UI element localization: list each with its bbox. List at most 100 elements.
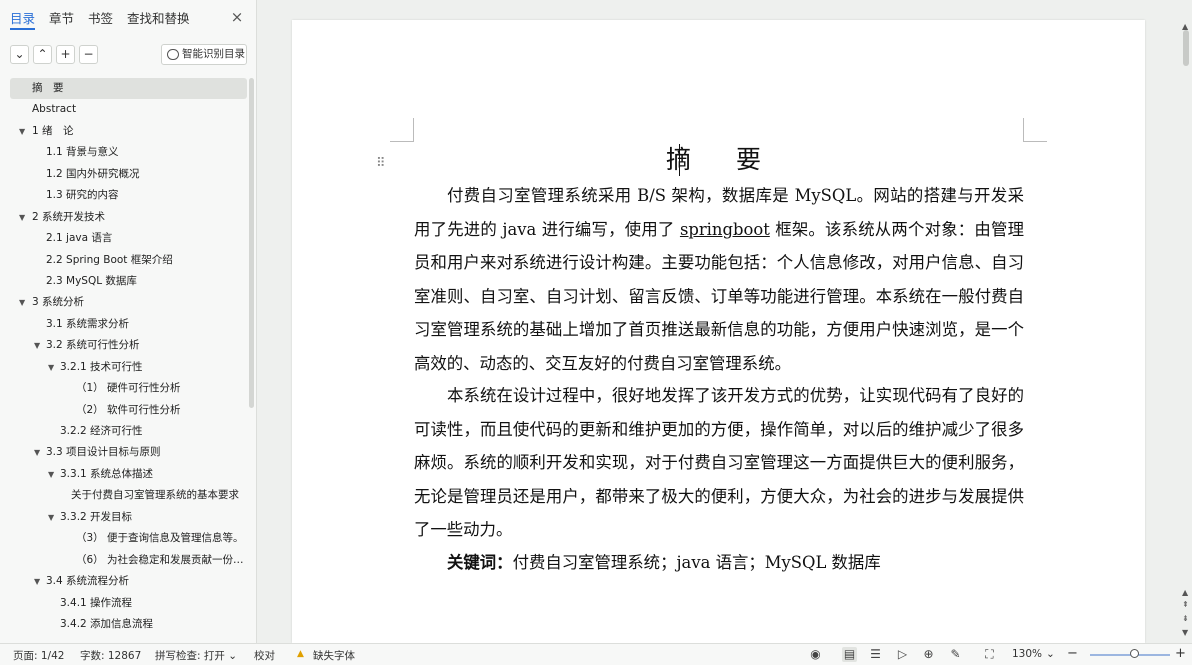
keywords-line: 关键词：付费自习室管理系统；java 语言；MySQL 数据库 [414, 546, 1024, 580]
toc-item-label: （6） 为社会稳定和发展贡献一份力… [76, 553, 247, 566]
toc-item[interactable]: 2.3 MySQL 数据库 [10, 271, 247, 292]
keywords-label: 关键词： [447, 553, 513, 572]
page-margin-corner [1023, 118, 1047, 142]
robot-icon [167, 49, 179, 60]
scroll-up-icon[interactable]: ▲ [1182, 588, 1188, 597]
caret-down-icon[interactable]: ▼ [19, 292, 25, 313]
zoom-level[interactable]: 130% [1012, 648, 1042, 660]
caret-down-icon[interactable]: ▼ [48, 464, 54, 485]
tab-find-replace[interactable]: 查找和替换 [127, 8, 190, 30]
zoom-slider-handle[interactable] [1130, 649, 1139, 658]
toc-item[interactable]: ▼ 3.2.1 技术可行性 [10, 357, 247, 378]
toc-item-label: 2.3 MySQL 数据库 [46, 274, 137, 287]
toc-item-label: 2.2 Spring Boot 框架介绍 [46, 253, 173, 266]
remove-heading-button[interactable]: − [79, 45, 98, 64]
toc-item[interactable]: 3.4.2 添加信息流程 [10, 614, 247, 635]
toc-item[interactable]: 1.2 国内外研究概况 [10, 164, 247, 185]
toc-item[interactable]: （1） 硬件可行性分析 [10, 378, 247, 399]
toc-item[interactable]: ▼ 2 系统开发技术 [10, 207, 247, 228]
toc-item[interactable]: （2） 软件可行性分析 [10, 400, 247, 421]
toc-item-label: 3.4.2 添加信息流程 [60, 617, 154, 630]
text-cursor [679, 144, 680, 176]
toc-item[interactable]: 3.2.2 经济可行性 [10, 421, 247, 442]
toc-item-label: 2.1 java 语言 [46, 232, 113, 245]
caret-down-icon[interactable]: ▼ [19, 121, 25, 142]
toc-item[interactable]: 2.1 java 语言 [10, 228, 247, 249]
toc-item-label: 3.3 项目设计目标与原则 [46, 446, 161, 459]
scroll-down-icon[interactable]: ▼ [1182, 628, 1188, 637]
smart-toc-button[interactable]: 智能识别目录 [161, 44, 247, 65]
smart-toc-label: 智能识别目录 [182, 48, 245, 60]
page-indicator[interactable]: 页面: 1/42 [13, 648, 64, 663]
document-area: ⠿ 摘 要 付费自习室管理系统采用 B/S 架构，数据库是 MySQL。网站的搭… [258, 0, 1179, 643]
zoom-in-button[interactable]: + [1175, 646, 1186, 661]
caret-down-icon[interactable]: ▼ [34, 571, 40, 592]
page-margin-corner [390, 118, 414, 142]
toc-item-label: Abstract [32, 103, 77, 116]
missing-font-button[interactable]: 缺失字体 [313, 648, 355, 663]
pen-icon[interactable]: ✎ [948, 647, 963, 662]
eye-icon[interactable]: ◉ [808, 647, 823, 662]
outline-view-icon[interactable]: ☰ [868, 647, 883, 662]
scroll-thumb[interactable] [1183, 30, 1189, 66]
warning-icon: ▲ [297, 649, 304, 659]
chevron-down-icon[interactable]: ⌄ [1046, 648, 1055, 660]
add-heading-button[interactable]: + [56, 45, 75, 64]
play-icon[interactable]: ▷ [895, 647, 910, 662]
toc-item-label: 3.3.2 开发目标 [60, 510, 133, 523]
toc-item-label: 3.3.1 系统总体描述 [60, 467, 154, 480]
drag-handle-icon[interactable]: ⠿ [376, 156, 386, 171]
toc-item[interactable]: 摘 要 [10, 78, 247, 100]
document-scrollbar[interactable]: ▲ ▲ ⇞ ⇟ ▼ [1180, 0, 1192, 643]
toc-item-label: 3.4 系统流程分析 [46, 575, 130, 588]
tab-contents[interactable]: 目录 [10, 8, 36, 30]
toc-item-label: 3.2.1 技术可行性 [60, 360, 143, 373]
toc-sidebar: 目录 章节 书签 查找和替换 × ⌄ ⌃ + − 智能识别目录 摘 要 Abstr… [0, 0, 257, 643]
paragraph-1-text-b: 框架。该系统从两个对象：由管理员和用户来对系统进行设计构建。主要功能包括：个人信… [414, 219, 1024, 373]
toc-item[interactable]: ▼ 3.4 系统流程分析 [10, 571, 247, 592]
toc-item[interactable]: ▼ 3.2 系统可行性分析 [10, 335, 247, 356]
toc-item[interactable]: ▼ 3.3.2 开发目标 [10, 507, 247, 528]
toc-item-label: 1.2 国内外研究概况 [46, 167, 140, 180]
prev-page-icon[interactable]: ⇞ [1182, 600, 1189, 609]
word-count[interactable]: 字数: 12867 [80, 648, 141, 663]
document-page[interactable]: ⠿ 摘 要 付费自习室管理系统采用 B/S 架构，数据库是 MySQL。网站的搭… [292, 20, 1145, 643]
toc-item-label: （2） 软件可行性分析 [76, 403, 181, 416]
caret-down-icon[interactable]: ▼ [34, 335, 40, 356]
toc-item[interactable]: 1.1 背景与意义 [10, 142, 247, 163]
toc-item[interactable]: 关于付费自习室管理系统的基本要求 [10, 485, 247, 506]
web-view-icon[interactable]: ⊕ [921, 647, 936, 662]
caret-down-icon[interactable]: ▼ [34, 442, 40, 463]
toc-item[interactable]: ▼ 3 系统分析 [10, 292, 247, 313]
toc-item-label: 3 系统分析 [32, 296, 85, 309]
caret-down-icon[interactable]: ▼ [48, 507, 54, 528]
toc-item[interactable]: 3.1 系统需求分析 [10, 314, 247, 335]
proofread-button[interactable]: 校对 [254, 648, 275, 663]
tab-chapters[interactable]: 章节 [49, 8, 74, 30]
toc-item[interactable]: ▼ 1 绪 论 [10, 121, 247, 142]
collapse-all-button[interactable]: ⌄ [10, 45, 29, 64]
zoom-out-button[interactable]: − [1067, 646, 1078, 661]
toc-item[interactable]: 1.3 研究的内容 [10, 185, 247, 206]
toc-item[interactable]: （6） 为社会稳定和发展贡献一份力… [10, 550, 247, 571]
tab-bookmarks[interactable]: 书签 [88, 8, 113, 30]
toc-item[interactable]: ▼ 3.3.1 系统总体描述 [10, 464, 247, 485]
toc-item[interactable]: ▼ 3.3 项目设计目标与原则 [10, 442, 247, 463]
status-bar: 页面: 1/42 字数: 12867 拼写检查: 打开 ⌄ 校对 ▲ 缺失字体 … [0, 643, 1192, 665]
page-view-icon[interactable]: ▤ [842, 647, 857, 662]
caret-down-icon[interactable]: ▼ [19, 207, 25, 228]
document-title: 摘 要 [665, 145, 771, 174]
spell-check-toggle[interactable]: 拼写检查: 打开 ⌄ [155, 648, 237, 663]
caret-down-icon[interactable]: ▼ [48, 357, 54, 378]
toc-item[interactable]: 3.4.1 操作流程 [10, 593, 247, 614]
next-page-icon[interactable]: ⇟ [1182, 614, 1189, 623]
toc-item-label: （1） 硬件可行性分析 [76, 382, 181, 395]
toc-item[interactable]: （3） 便于查询信息及管理信息等。 [10, 528, 247, 549]
fit-page-icon[interactable]: ⛶ [982, 647, 997, 662]
toc-scrollbar[interactable] [249, 78, 254, 408]
toc-item[interactable]: Abstract [10, 99, 247, 120]
expand-all-button[interactable]: ⌃ [33, 45, 52, 64]
toc-item[interactable]: 2.2 Spring Boot 框架介绍 [10, 250, 247, 271]
close-icon[interactable]: × [229, 9, 245, 25]
toc-item-label: 3.4.1 操作流程 [60, 596, 133, 609]
